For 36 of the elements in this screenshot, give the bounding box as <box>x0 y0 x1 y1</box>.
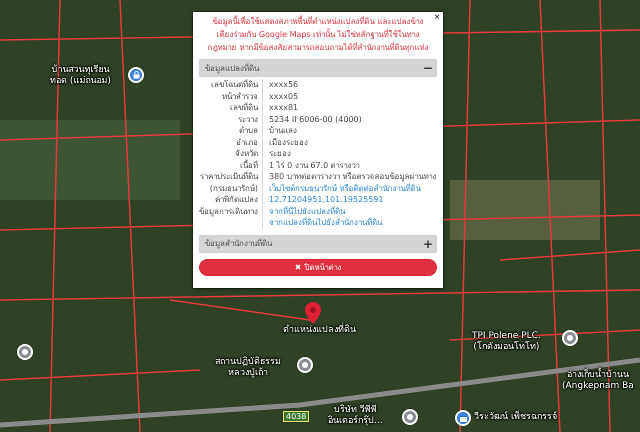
place-label: วีระวัฒน์ เพ็ชรฉกรรจ์ <box>474 412 557 423</box>
place-label: ตำแหน่งแปลงที่ดิน <box>283 325 356 336</box>
field-label: เนื้อที่ <box>199 160 263 171</box>
field-value: บ้านแลง <box>269 125 298 136</box>
field-value: xxxx05 <box>269 90 300 102</box>
field-value: xxxx56 <box>269 79 300 90</box>
field-value: 1 ไร่ 0 งาน 67.0 ตารางวา <box>269 160 361 171</box>
section-header[interactable]: ข้อมูลสำนักงานที่ดิน + <box>199 234 437 252</box>
close-window-button[interactable]: ปิดหน้าต่าง <box>199 258 437 276</box>
field-value: เมืองระยอง <box>269 136 309 148</box>
map-marker-icon[interactable] <box>305 302 321 324</box>
road-number-sign: 4038 <box>283 411 310 422</box>
link[interactable]: จากที่นี่ไปยังแปลงที่ดิน <box>269 206 437 217</box>
field-label: ตำบล <box>199 125 263 136</box>
field-label: ราคาประเมินที่ดิน (กรมธนารักษ์) <box>199 171 263 194</box>
link[interactable]: 12.71204951,101.19525591 <box>269 194 437 206</box>
field-value: 380 บาทต่อตารางวา หรือตรวจสอบข้อมูลผ่านทาง <box>269 171 437 182</box>
field-value: 5234 II 6006-00 (4000) <box>269 114 363 125</box>
close-icon <box>294 264 300 270</box>
field-label: ค่าพิกัดแปลง <box>199 194 263 206</box>
field-value: ระยอง <box>269 148 292 160</box>
link[interactable]: จากแปลงที่ดินไปยังสำนักงานที่ดิน <box>269 217 437 228</box>
field-label: เลขโฉนดที่ดิน <box>199 79 263 90</box>
field-label: อำเภอ <box>199 136 263 148</box>
link[interactable]: เว็บไซต์กรมธนารักษ์ หรือติดต่อสำนักงานที่ดิน <box>269 182 437 194</box>
close-button[interactable]: × <box>434 13 440 23</box>
field-label: ข้อมูลการเดินทาง <box>199 206 263 228</box>
place-label: บริษัท วีพีพี อินเตอร์กรุ๊ป... <box>328 405 383 427</box>
place-label: สถานปฏิบัติธรรม หลวงปู่เถ้า <box>215 357 281 379</box>
field-label: เลขที่ดิน <box>199 102 263 114</box>
disclaimer-text: ข้อมูลนี้เพื่อใช้แสดงสภาพพื้นที่ตำแหน่งแปลงที่ดิน และแปลงข้างเคียงร่วมกับ Google Maps เท่านั้น ไม่ใช่หลักฐานที่ใช้ในทางกฎหมาย หากมีข้อสงสัยสามารถสอบถามได้ที่สำนักงานที่ดินทุกแห่ง <box>206 14 430 54</box>
field-label: ระวาง <box>199 114 263 125</box>
field-label: หน้าสำรวจ <box>199 90 263 102</box>
field-value: xxxx81 <box>269 102 300 114</box>
section-header[interactable]: ข้อมูลแปลงที่ดิน − <box>199 59 437 77</box>
field-label: จังหวัด <box>199 148 263 160</box>
